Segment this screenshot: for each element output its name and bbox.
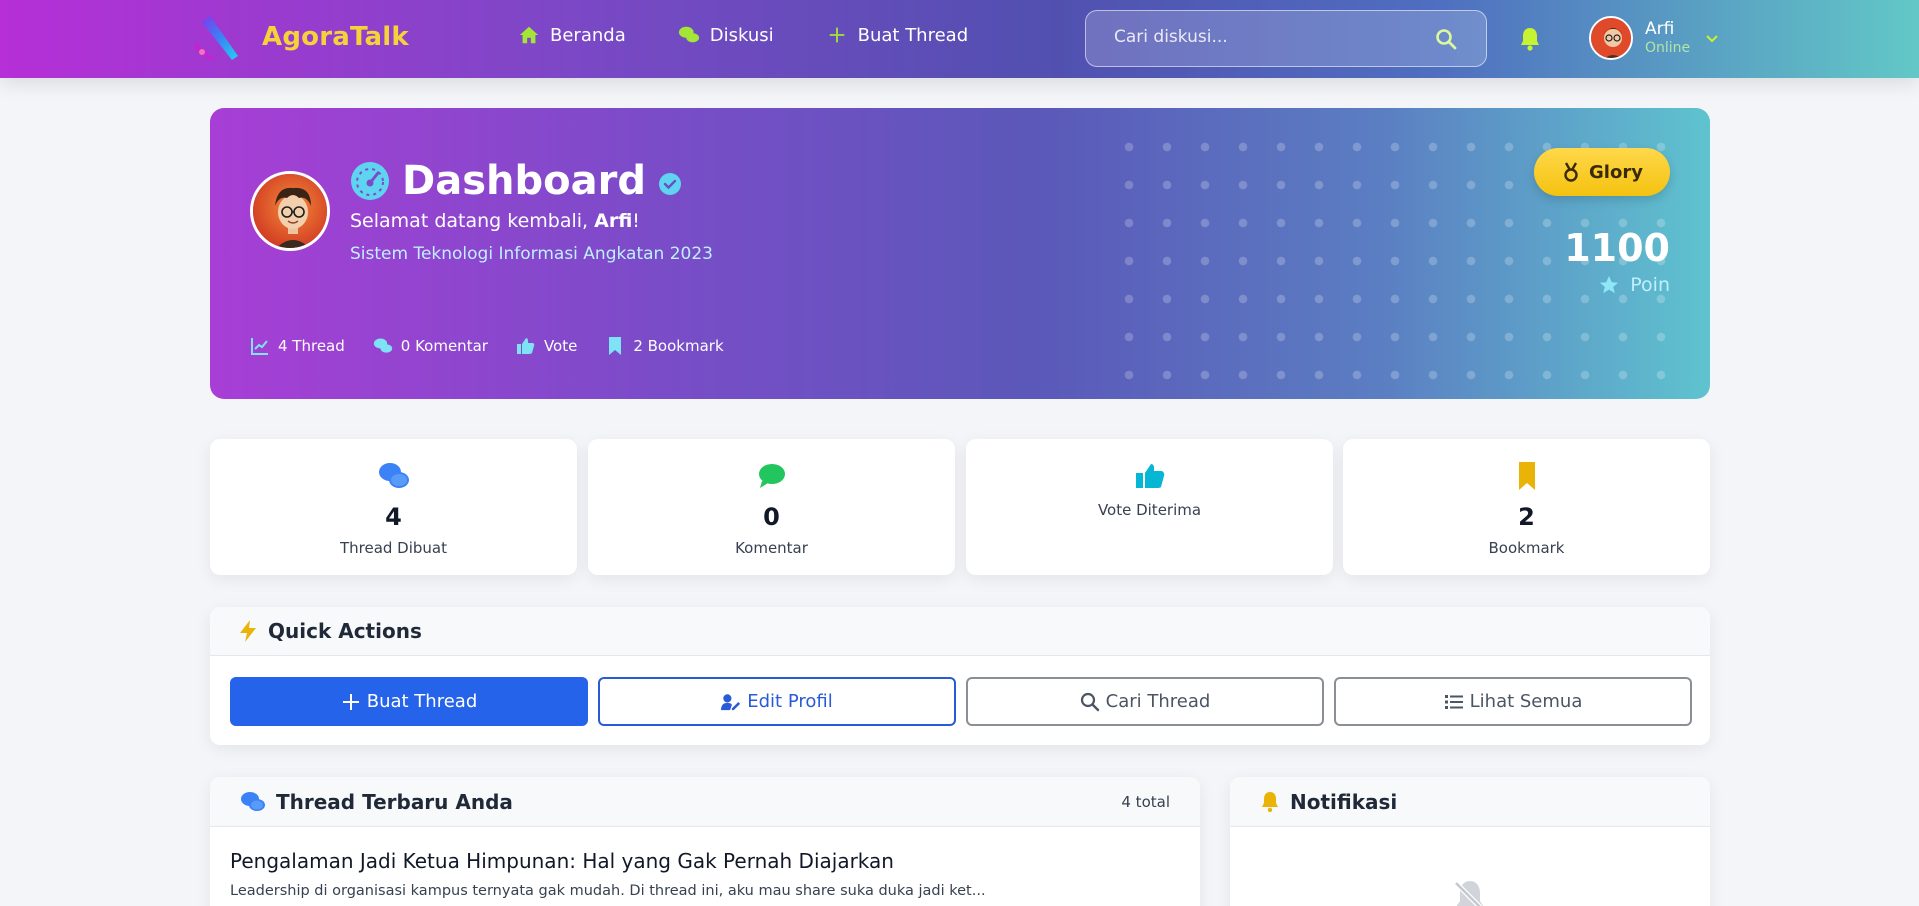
stat-label: Komentar xyxy=(735,539,808,557)
recent-threads-panel: Thread Terbaru Anda 4 total Pengalaman J… xyxy=(210,777,1200,906)
thread-excerpt: Leadership di organisasi kampus ternyata… xyxy=(230,883,986,899)
avatar xyxy=(1589,16,1633,60)
hero-stat-label: 4 Thread xyxy=(278,337,345,355)
user-status: Online xyxy=(1645,39,1691,56)
bell-icon xyxy=(1262,791,1278,812)
bell-icon[interactable] xyxy=(1518,26,1542,52)
welcome-prefix: Selamat datang kembali, xyxy=(350,210,595,232)
quick-actions-header: Quick Actions xyxy=(210,607,1710,656)
nav-link-label: Diskusi xyxy=(709,24,774,46)
top-navbar: AgoraTalk Beranda Diskusi Buat Thread Ar… xyxy=(0,0,1919,78)
medal-icon xyxy=(1564,162,1578,182)
comments-icon xyxy=(678,26,699,43)
points-value: 1100 xyxy=(1564,226,1670,270)
thread-count: 4 total xyxy=(1121,792,1170,811)
hero-stat-vote: Vote xyxy=(516,336,577,356)
thumbs-up-icon xyxy=(1135,464,1164,488)
stat-label: Thread Dibuat xyxy=(339,539,448,557)
quick-actions-title: Quick Actions xyxy=(268,619,422,643)
search-thread-button[interactable]: Cari Thread xyxy=(966,677,1324,726)
brand[interactable]: AgoraTalk xyxy=(192,12,409,62)
comments-icon xyxy=(241,791,265,811)
edit-profile-button[interactable]: Edit Profil xyxy=(598,677,956,726)
search-box xyxy=(1085,10,1487,67)
gauge-icon xyxy=(351,162,389,200)
hero-stats: 4 Thread 0 Komentar Vote 2 Bookmark xyxy=(250,336,724,356)
user-name: Arfi xyxy=(1645,19,1675,40)
button-label: Edit Profil xyxy=(747,691,833,712)
user-edit-icon xyxy=(721,693,741,710)
search-input[interactable] xyxy=(1114,27,1414,47)
hero-stat-label: 2 Bookmark xyxy=(633,337,724,355)
dashboard-hero: Dashboard Selamat datang kembali, Arfi! … xyxy=(210,108,1710,399)
nav-links: Beranda Diskusi Buat Thread xyxy=(518,24,1020,46)
button-label: Lihat Semua xyxy=(1469,691,1583,712)
user-menu[interactable]: Arfi Online xyxy=(1589,16,1720,60)
thread-title[interactable]: Pengalaman Jadi Ketua Himpunan: Hal yang… xyxy=(230,849,1180,873)
bell-slash-icon xyxy=(1454,881,1484,906)
comments-icon xyxy=(378,463,409,488)
chart-line-icon xyxy=(251,338,268,355)
comment-icon xyxy=(758,464,785,488)
thumbs-up-icon xyxy=(516,338,535,354)
notifications-title: Notifikasi xyxy=(1290,789,1398,814)
notifications-header: Notifikasi xyxy=(1230,777,1710,827)
bookmark-icon xyxy=(609,337,622,355)
verified-badge-icon xyxy=(658,173,681,195)
hero-stat-label: Vote xyxy=(543,337,578,355)
search-icon[interactable] xyxy=(1434,27,1458,51)
create-thread-button[interactable]: Buat Thread xyxy=(230,677,588,726)
stat-label: Bookmark xyxy=(1488,539,1565,557)
welcome-name: Arfi xyxy=(594,210,633,232)
plus-icon xyxy=(829,27,844,43)
bolt-icon xyxy=(240,620,256,642)
points-display: 1100 Poin xyxy=(1564,226,1670,296)
nav-link-buat-thread[interactable]: Buat Thread xyxy=(826,24,969,46)
program-info: Sistem Teknologi Informasi Angkatan 2023 xyxy=(350,244,713,264)
list-icon xyxy=(1444,694,1463,709)
recent-threads-title: Thread Terbaru Anda xyxy=(276,789,513,814)
stat-card-comments: 0 Komentar xyxy=(588,439,955,575)
nav-link-label: Beranda xyxy=(550,24,626,46)
star-icon xyxy=(1600,275,1619,294)
button-label: Cari Thread xyxy=(1105,691,1211,712)
stat-value: 0 xyxy=(763,503,780,531)
avatar xyxy=(250,171,330,251)
nav-link-beranda[interactable]: Beranda xyxy=(518,24,626,46)
stat-card-bookmarks: 2 Bookmark xyxy=(1343,439,1710,575)
rank-badge: Glory xyxy=(1534,148,1670,196)
bookmark-icon xyxy=(1518,462,1535,490)
quick-actions-panel: Quick Actions Buat Thread Edit Profil Ca… xyxy=(210,607,1710,745)
stat-value: 2 xyxy=(1518,503,1535,531)
brand-name: AgoraTalk xyxy=(262,22,409,52)
chevron-down-icon xyxy=(1706,35,1718,43)
stat-card-threads: 4 Thread Dibuat xyxy=(210,439,577,575)
welcome-suffix: ! xyxy=(632,210,640,232)
search-icon xyxy=(1080,692,1099,711)
notifications-panel: Notifikasi xyxy=(1230,777,1710,906)
stat-label: Vote Diterima xyxy=(1097,501,1202,519)
page-title: Dashboard xyxy=(402,158,646,204)
hero-stat-threads: 4 Thread xyxy=(250,336,345,356)
hero-title-row: Dashboard xyxy=(350,158,682,204)
stat-card-votes: Vote Diterima xyxy=(966,439,1333,575)
hero-stat-bookmark: 2 Bookmark xyxy=(605,336,724,356)
hero-stat-label: 0 Komentar xyxy=(400,337,488,355)
view-all-button[interactable]: Lihat Semua xyxy=(1334,677,1692,726)
nav-link-diskusi[interactable]: Diskusi xyxy=(678,24,774,46)
recent-threads-header: Thread Terbaru Anda 4 total xyxy=(210,777,1200,827)
brand-logo-icon xyxy=(194,16,238,60)
points-label: Poin xyxy=(1630,274,1670,296)
hero-stat-comments: 0 Komentar xyxy=(373,336,488,356)
points-label-row: Poin xyxy=(1564,274,1670,296)
welcome-message: Selamat datang kembali, Arfi! xyxy=(350,210,640,232)
nav-link-label: Buat Thread xyxy=(857,24,969,46)
list-item[interactable]: Pengalaman Jadi Ketua Himpunan: Hal yang… xyxy=(210,827,1200,899)
comments-icon xyxy=(373,338,392,353)
stat-value: 4 xyxy=(385,503,402,531)
button-label: Buat Thread xyxy=(366,691,478,712)
plus-icon xyxy=(342,693,359,710)
rank-badge-label: Glory xyxy=(1589,161,1643,183)
home-icon xyxy=(519,26,539,44)
